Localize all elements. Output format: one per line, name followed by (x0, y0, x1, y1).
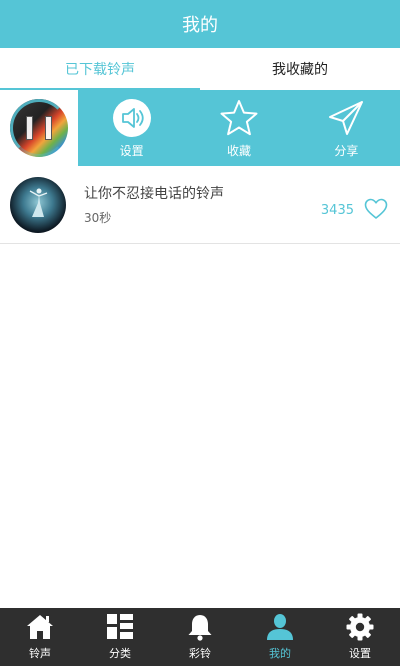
nav-settings[interactable]: 设置 (320, 608, 400, 666)
nav-categories[interactable]: 分类 (80, 608, 160, 666)
like-count: 3435 (320, 203, 354, 218)
song-info: 让你不忍接电话的铃声 30秒 (84, 183, 224, 226)
page-title: 我的 (182, 15, 218, 36)
star-icon (220, 99, 258, 135)
gear-icon (346, 613, 374, 641)
heart-icon[interactable] (364, 198, 388, 220)
nav-ringtones[interactable]: 铃声 (0, 608, 80, 666)
list-item[interactable]: 让你不忍接电话的铃声 30秒 3435 (0, 166, 400, 244)
paper-plane-icon (329, 100, 364, 135)
nav-mine-label: 我的 (269, 647, 291, 660)
nav-mine[interactable]: 我的 (240, 608, 320, 666)
category-icon (107, 614, 133, 639)
active-tab-indicator (0, 88, 200, 90)
song-avatar (10, 176, 66, 233)
action-bar: 设置 收藏 分享 (78, 90, 400, 166)
share-label: 分享 (334, 143, 359, 158)
home-icon (27, 615, 53, 639)
nav-categories-label: 分类 (109, 647, 131, 660)
song-title: 让你不忍接电话的铃声 (84, 186, 224, 202)
tab-favorites[interactable]: 我收藏的 (200, 48, 400, 90)
favorite-label: 收藏 (226, 143, 251, 158)
bell-icon (188, 615, 212, 641)
song-duration: 30秒 (84, 211, 112, 225)
share-button[interactable]: 分享 (293, 90, 400, 166)
dancer-image-icon (29, 188, 48, 217)
nav-settings-label: 设置 (349, 647, 371, 660)
tab-downloaded-ringtones[interactable]: 已下载铃声 (0, 48, 200, 90)
set-ringtone-label: 设置 (119, 143, 144, 158)
title-bar: 我的 (0, 0, 400, 48)
album-disc (10, 99, 68, 157)
user-icon (267, 614, 293, 640)
nav-color-ringback-label: 彩铃 (189, 647, 211, 660)
nav-ringtones-label: 铃声 (29, 647, 51, 660)
set-ringtone-button[interactable]: 设置 (78, 90, 185, 166)
app-screen: 我的 已下载铃声 我收藏的 设置 收藏 分享 让你不忍接电话的铃声 30秒 34… (0, 0, 400, 666)
bottom-navigation: 铃声 分类 彩铃 我的 设置 (0, 608, 400, 666)
speaker-icon (112, 98, 151, 137)
nav-color-ringback[interactable]: 彩铃 (160, 608, 240, 666)
player-action-row: 设置 收藏 分享 (0, 90, 400, 166)
tab-bar: 已下载铃声 我收藏的 (0, 48, 400, 90)
pause-icon[interactable] (26, 116, 52, 140)
now-playing-album-art[interactable] (0, 90, 78, 166)
favorite-button[interactable]: 收藏 (185, 90, 292, 166)
